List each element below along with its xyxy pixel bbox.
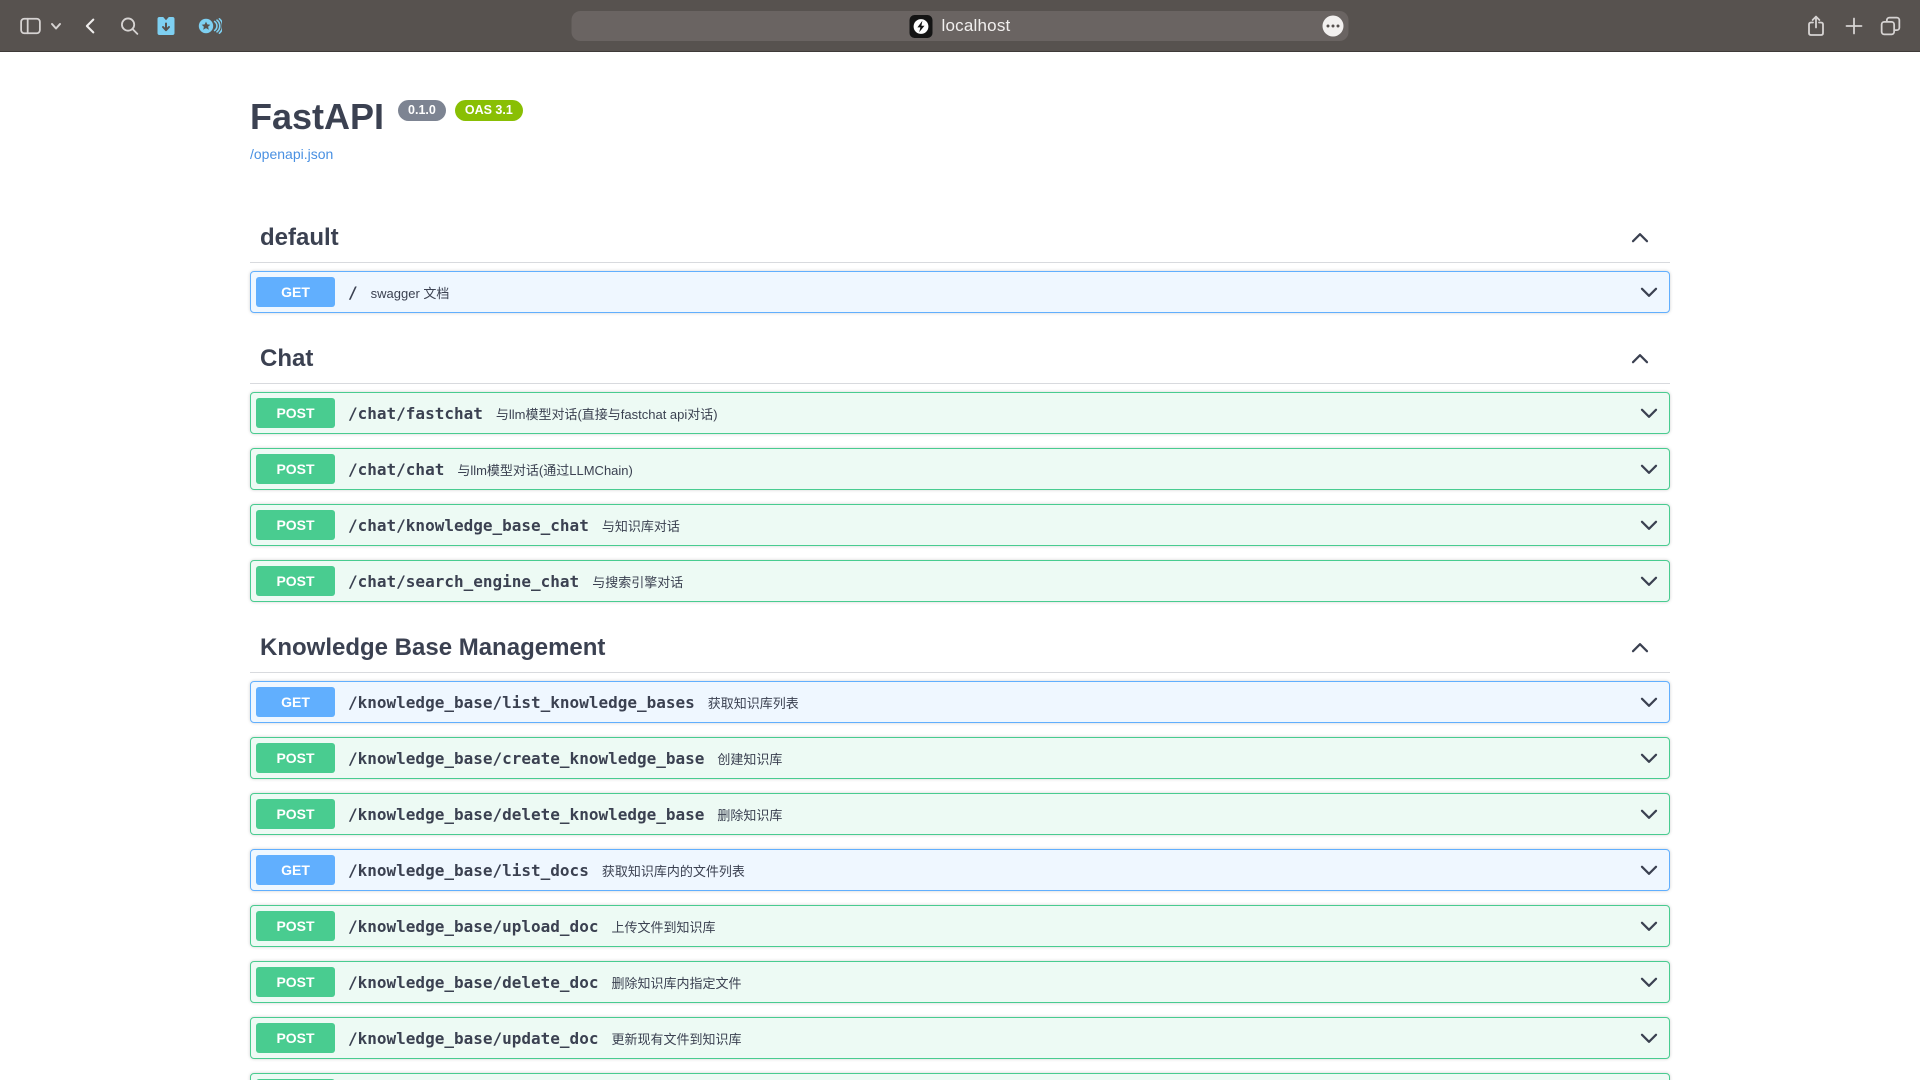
collapse-section-icon[interactable] <box>1630 349 1650 369</box>
site-favicon <box>910 15 933 38</box>
section-operations: POST/chat/fastchat 与llm模型对话(直接与fastchat a… <box>250 384 1670 602</box>
operation-summary: 删除知识库内指定文件 <box>611 973 741 992</box>
expand-operation-icon[interactable] <box>1639 748 1659 768</box>
expand-operation-icon[interactable] <box>1639 972 1659 992</box>
method-badge: POST <box>256 566 335 596</box>
operation-path: /knowledge_base/delete_knowledge_base <box>348 805 704 824</box>
page-title: FastAPI <box>250 96 384 138</box>
operation-row-get-knowledge-base-list-knowledge-bases[interactable]: GET/knowledge_base/list_knowledge_bases 获… <box>250 681 1670 723</box>
method-badge: POST <box>256 799 335 829</box>
page-content: FastAPI 0.1.0 OAS 3.1 /openapi.json defa… <box>0 52 1920 1080</box>
operation-path: /knowledge_base/list_knowledge_bases <box>348 693 695 712</box>
operation-path: /knowledge_base/upload_doc <box>348 917 598 936</box>
operation-summary: 上传文件到知识库 <box>611 917 715 936</box>
expand-operation-icon[interactable] <box>1639 282 1659 302</box>
operation-row-post-knowledge-base-update-doc[interactable]: POST/knowledge_base/update_doc 更新现有文件到知识库 <box>250 1017 1670 1059</box>
expand-operation-icon[interactable] <box>1639 692 1659 712</box>
operation-path: /knowledge_base/list_docs <box>348 861 589 880</box>
operation-summary: 与llm模型对话(通过LLMChain) <box>457 460 633 479</box>
expand-operation-icon[interactable] <box>1639 804 1659 824</box>
operation-row-get-knowledge-base-list-docs[interactable]: GET/knowledge_base/list_docs 获取知识库内的文件列表 <box>250 849 1670 891</box>
section-title: Knowledge Base Management <box>260 634 1630 662</box>
method-badge: POST <box>256 454 335 484</box>
new-tab-icon[interactable] <box>1842 14 1866 38</box>
address-bar[interactable]: localhost <box>572 11 1349 41</box>
bookmark-extension-icon[interactable] <box>154 14 178 38</box>
operation-summary: 获取知识库列表 <box>708 693 799 712</box>
operation-row-post-knowledge-base-delete-doc[interactable]: POST/knowledge_base/delete_doc 删除知识库内指定文件 <box>250 961 1670 1003</box>
openapi-spec-link[interactable]: /openapi.json <box>250 146 333 162</box>
expand-operation-icon[interactable] <box>1639 860 1659 880</box>
expand-operation-icon[interactable] <box>1639 1028 1659 1048</box>
method-badge: GET <box>256 855 335 885</box>
back-icon[interactable] <box>80 15 102 37</box>
operation-path: /knowledge_base/update_doc <box>348 1029 598 1048</box>
tab-overview-icon[interactable] <box>1878 13 1903 38</box>
operation-row-post-knowledge-base-upload-doc[interactable]: POST/knowledge_base/upload_doc 上传文件到知识库 <box>250 905 1670 947</box>
section-operations: GET/knowledge_base/list_knowledge_bases 获… <box>250 673 1670 1080</box>
operation-row-post-knowledge-base-recreate-vector-store[interactable]: POST/knowledge_base/recreate_vector_stor… <box>250 1073 1670 1080</box>
operation-path: /knowledge_base/create_knowledge_base <box>348 749 704 768</box>
method-badge: POST <box>256 911 335 941</box>
search-icon[interactable] <box>118 14 141 37</box>
method-badge: POST <box>256 398 335 428</box>
operation-path: /knowledge_base/delete_doc <box>348 973 598 992</box>
method-badge: GET <box>256 277 335 307</box>
operation-summary: 与搜索引擎对话 <box>592 572 683 591</box>
method-badge: POST <box>256 510 335 540</box>
section-title: default <box>260 224 1630 252</box>
api-sections: default GET / swagger 文档 Chat POST/chat/fastc… <box>250 214 1670 1080</box>
sidebar-toggle-icon[interactable] <box>18 13 43 38</box>
operation-path: /chat/search_engine_chat <box>348 572 579 591</box>
operation-summary: 创建知识库 <box>717 749 782 768</box>
operation-summary: 获取知识库内的文件列表 <box>602 861 745 880</box>
api-info: FastAPI 0.1.0 OAS 3.1 /openapi.json <box>250 52 1670 164</box>
expand-operation-icon[interactable] <box>1639 515 1659 535</box>
operation-row-post-chat-fastchat[interactable]: POST/chat/fastchat 与llm模型对话(直接与fastchat a… <box>250 392 1670 434</box>
operation-row-post-chat-knowledge-base-chat[interactable]: POST/chat/knowledge_base_chat 与知识库对话 <box>250 504 1670 546</box>
operation-row-post-knowledge-base-create-knowledge-base[interactable]: POST/knowledge_base/create_knowledge_bas… <box>250 737 1670 779</box>
operation-path: /chat/fastchat <box>348 404 483 423</box>
operation-path: /chat/knowledge_base_chat <box>348 516 589 535</box>
expand-operation-icon[interactable] <box>1639 459 1659 479</box>
oas-badge: OAS 3.1 <box>455 100 523 121</box>
operation-summary: 删除知识库 <box>717 805 782 824</box>
operation-summary: swagger 文档 <box>371 283 450 302</box>
operation-path: / <box>348 283 358 302</box>
collapse-section-icon[interactable] <box>1630 228 1650 248</box>
version-badge: 0.1.0 <box>398 100 446 121</box>
method-badge: GET <box>256 687 335 717</box>
operation-row-post-chat-search-engine-chat[interactable]: POST/chat/search_engine_chat 与搜索引擎对话 <box>250 560 1670 602</box>
broadcast-extension-icon[interactable] <box>196 14 222 38</box>
expand-operation-icon[interactable] <box>1639 403 1659 423</box>
url-text: localhost <box>942 16 1011 36</box>
section-header-default[interactable]: default <box>250 214 1670 263</box>
ellipsis-icon[interactable] <box>1323 16 1344 37</box>
method-badge: POST <box>256 1023 335 1053</box>
operation-row-get[interactable]: GET / swagger 文档 <box>250 271 1670 313</box>
section-header-knowledge-base-management[interactable]: Knowledge Base Management <box>250 624 1670 673</box>
expand-operation-icon[interactable] <box>1639 571 1659 591</box>
section-title: Chat <box>260 345 1630 373</box>
operation-path: /chat/chat <box>348 460 444 479</box>
operation-row-post-knowledge-base-delete-knowledge-base[interactable]: POST/knowledge_base/delete_knowledge_bas… <box>250 793 1670 835</box>
collapse-section-icon[interactable] <box>1630 638 1650 658</box>
method-badge: POST <box>256 743 335 773</box>
section-operations: GET / swagger 文档 <box>250 263 1670 313</box>
section-header-chat[interactable]: Chat <box>250 335 1670 384</box>
operation-summary: 与知识库对话 <box>602 516 680 535</box>
browser-toolbar: localhost <box>0 0 1920 52</box>
operation-summary: 与llm模型对话(直接与fastchat api对话) <box>496 404 718 423</box>
method-badge: POST <box>256 967 335 997</box>
expand-operation-icon[interactable] <box>1639 916 1659 936</box>
operation-summary: 更新现有文件到知识库 <box>611 1029 741 1048</box>
chevron-down-icon[interactable] <box>50 20 62 32</box>
operation-row-post-chat-chat[interactable]: POST/chat/chat 与llm模型对话(通过LLMChain) <box>250 448 1670 490</box>
share-icon[interactable] <box>1804 14 1828 38</box>
